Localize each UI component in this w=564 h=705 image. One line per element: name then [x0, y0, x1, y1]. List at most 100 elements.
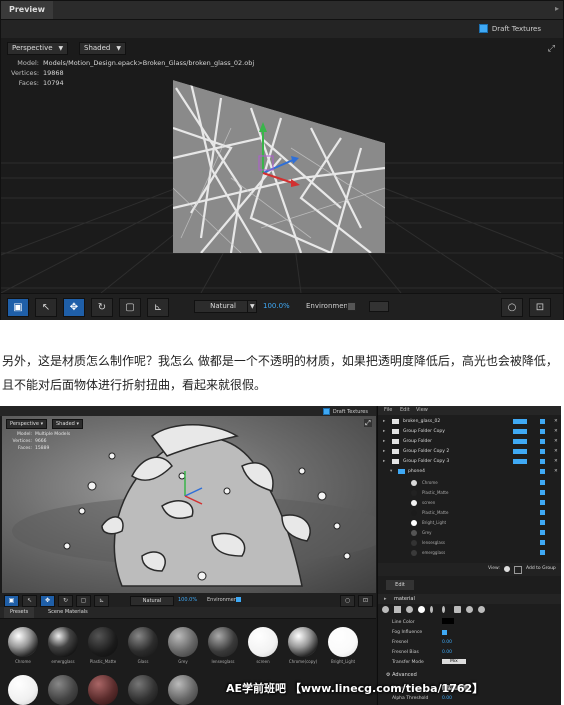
viewport-1[interactable]: Perspective ▼ Shaded ▼ ⤢ Model: Models/Moti…	[1, 38, 563, 293]
environment-checkbox[interactable]	[347, 302, 356, 311]
light-icon[interactable]	[418, 606, 425, 613]
material-ball-bright-light[interactable]	[328, 627, 358, 657]
bulb-icon[interactable]	[430, 606, 433, 613]
layer-row[interactable]: ▾ phone4 ✕	[378, 467, 561, 476]
material-ball[interactable]	[8, 675, 38, 705]
expand-triangle-icon[interactable]: ▸	[383, 417, 385, 426]
prop-value[interactable]: 0.00	[442, 696, 452, 701]
draft-textures-toggle[interactable]: Draft Textures	[478, 24, 541, 33]
close-icon[interactable]: ✕	[554, 437, 558, 446]
advanced-header[interactable]: ⚙ Advanced	[386, 672, 417, 678]
material-ball-glass[interactable]	[128, 627, 158, 657]
scale-tool-button[interactable]: ▢	[119, 298, 141, 317]
eye-icon[interactable]	[504, 566, 510, 572]
fog-checkbox[interactable]	[442, 630, 447, 635]
layer-visibility-checkbox[interactable]	[540, 459, 545, 464]
axis-tool-button[interactable]: ⊾	[147, 298, 169, 317]
layer-visibility-checkbox[interactable]	[540, 469, 545, 474]
rotate-tool-button[interactable]: ↻	[91, 298, 113, 317]
zoom-level[interactable]: 100.0%	[263, 302, 290, 310]
folder-add-icon[interactable]	[514, 566, 522, 574]
material-checkbox[interactable]	[540, 520, 545, 525]
material-checkbox[interactable]	[540, 510, 545, 515]
material-ball-plastic-matte[interactable]	[88, 627, 118, 657]
layer-visibility-checkbox[interactable]	[540, 429, 545, 434]
panel-arrow-icon[interactable]: ▸	[555, 4, 559, 13]
layer-toggle[interactable]	[513, 419, 527, 424]
close-icon[interactable]: ✕	[554, 447, 558, 456]
layer-row[interactable]: ▸ Group Folder Copy 2 ✕	[378, 447, 561, 456]
material-row[interactable]: Bright_Light	[378, 518, 561, 527]
close-icon[interactable]: ✕	[554, 457, 558, 466]
target-icon[interactable]	[466, 606, 473, 613]
pin-icon[interactable]	[442, 606, 445, 613]
material-ball[interactable]	[128, 675, 158, 705]
layer-row[interactable]: ▸ broken_glass_02 ✕	[378, 417, 561, 426]
layer-row[interactable]: ▸ Group Folder ✕	[378, 437, 561, 446]
material-ball-chrome-copy[interactable]	[288, 627, 318, 657]
material-checkbox[interactable]	[540, 500, 545, 505]
rotate-tool-button-2[interactable]: ↻	[58, 595, 73, 607]
screen-button[interactable]: ⊡	[529, 298, 551, 317]
layer-row[interactable]: ▸ Group Folder Copy ✕	[378, 427, 561, 436]
tab-presets[interactable]: Presets	[4, 607, 35, 618]
gear-icon[interactable]	[478, 606, 485, 613]
material-ball[interactable]	[48, 675, 78, 705]
layer-visibility-checkbox[interactable]	[540, 439, 545, 444]
draft-textures-checkbox-2[interactable]	[322, 408, 330, 415]
layer-toggle[interactable]	[513, 449, 527, 454]
transfer-mode-dropdown[interactable]: Mix	[442, 659, 466, 664]
record-button-2[interactable]: ○	[340, 595, 355, 607]
material-checkbox[interactable]	[540, 480, 545, 485]
material-ball-grey[interactable]	[168, 627, 198, 657]
move-tool-button-2[interactable]: ✥	[40, 595, 55, 607]
lighting-dropdown[interactable]: Natural	[194, 300, 252, 313]
expand-triangle-icon[interactable]: ▾	[390, 467, 392, 476]
tab-preview[interactable]: Preview	[1, 1, 53, 19]
move-tool-button[interactable]: ✥	[63, 298, 85, 317]
tab-edit[interactable]: Edit	[386, 580, 414, 590]
zoom-level-2[interactable]: 100.0%	[178, 597, 197, 603]
material-ball-lensesglass[interactable]	[208, 627, 238, 657]
tab-scene-materials[interactable]: Scene Materials	[42, 607, 94, 618]
camera-tool-button-2[interactable]: ▣	[4, 595, 19, 607]
material-row[interactable]: Plastic_Matte	[378, 508, 561, 517]
material-ball[interactable]	[88, 675, 118, 705]
expand-triangle-icon[interactable]: ▸	[383, 447, 385, 456]
material-checkbox[interactable]	[540, 490, 545, 495]
material-ball-chrome[interactable]	[8, 627, 38, 657]
material-ball-screen[interactable]	[248, 627, 278, 657]
close-icon[interactable]: ✕	[554, 417, 558, 426]
menu-file[interactable]: File	[384, 407, 392, 413]
material-row[interactable]: Grey	[378, 528, 561, 537]
material-checkbox[interactable]	[540, 540, 545, 545]
select-tool-button[interactable]: ↖	[35, 298, 57, 317]
add-to-group-button[interactable]: Add to Group	[526, 566, 556, 571]
layer-toggle[interactable]	[513, 459, 527, 464]
expand-triangle-icon[interactable]: ▸	[383, 437, 385, 446]
sphere-icon[interactable]	[382, 606, 389, 613]
draft-textures-checkbox[interactable]	[478, 24, 488, 33]
menu-edit[interactable]: Edit	[400, 407, 410, 413]
view-mode-dropdown-2[interactable]: Perspective ▾	[6, 419, 48, 429]
prop-value[interactable]: 0.00	[442, 640, 452, 645]
expand-triangle-icon[interactable]: ▸	[384, 594, 387, 604]
record-button[interactable]: ○	[501, 298, 523, 317]
material-row[interactable]: Plastic_Matte	[378, 488, 561, 497]
environment-swatch[interactable]	[369, 301, 389, 312]
image-icon[interactable]	[394, 606, 401, 613]
prop-value[interactable]: 0.00	[442, 650, 452, 655]
material-row[interactable]: Chrome	[378, 478, 561, 487]
expand-triangle-icon[interactable]: ▸	[383, 427, 385, 436]
select-tool-button-2[interactable]: ↖	[22, 595, 37, 607]
layer-visibility-checkbox[interactable]	[540, 419, 545, 424]
globe-icon[interactable]	[406, 606, 413, 613]
material-checkbox[interactable]	[540, 550, 545, 555]
scale-tool-button-2[interactable]: ▢	[76, 595, 91, 607]
material-row[interactable]: screen	[378, 498, 561, 507]
close-icon[interactable]: ✕	[554, 427, 558, 436]
lighting-chevron-button[interactable]: ▼	[247, 300, 257, 313]
lighting-dropdown-2[interactable]: Natural	[130, 596, 174, 606]
line-color-swatch[interactable]	[442, 618, 454, 624]
layer-row[interactable]: ▸ Group Folder Copy 3 ✕	[378, 457, 561, 466]
